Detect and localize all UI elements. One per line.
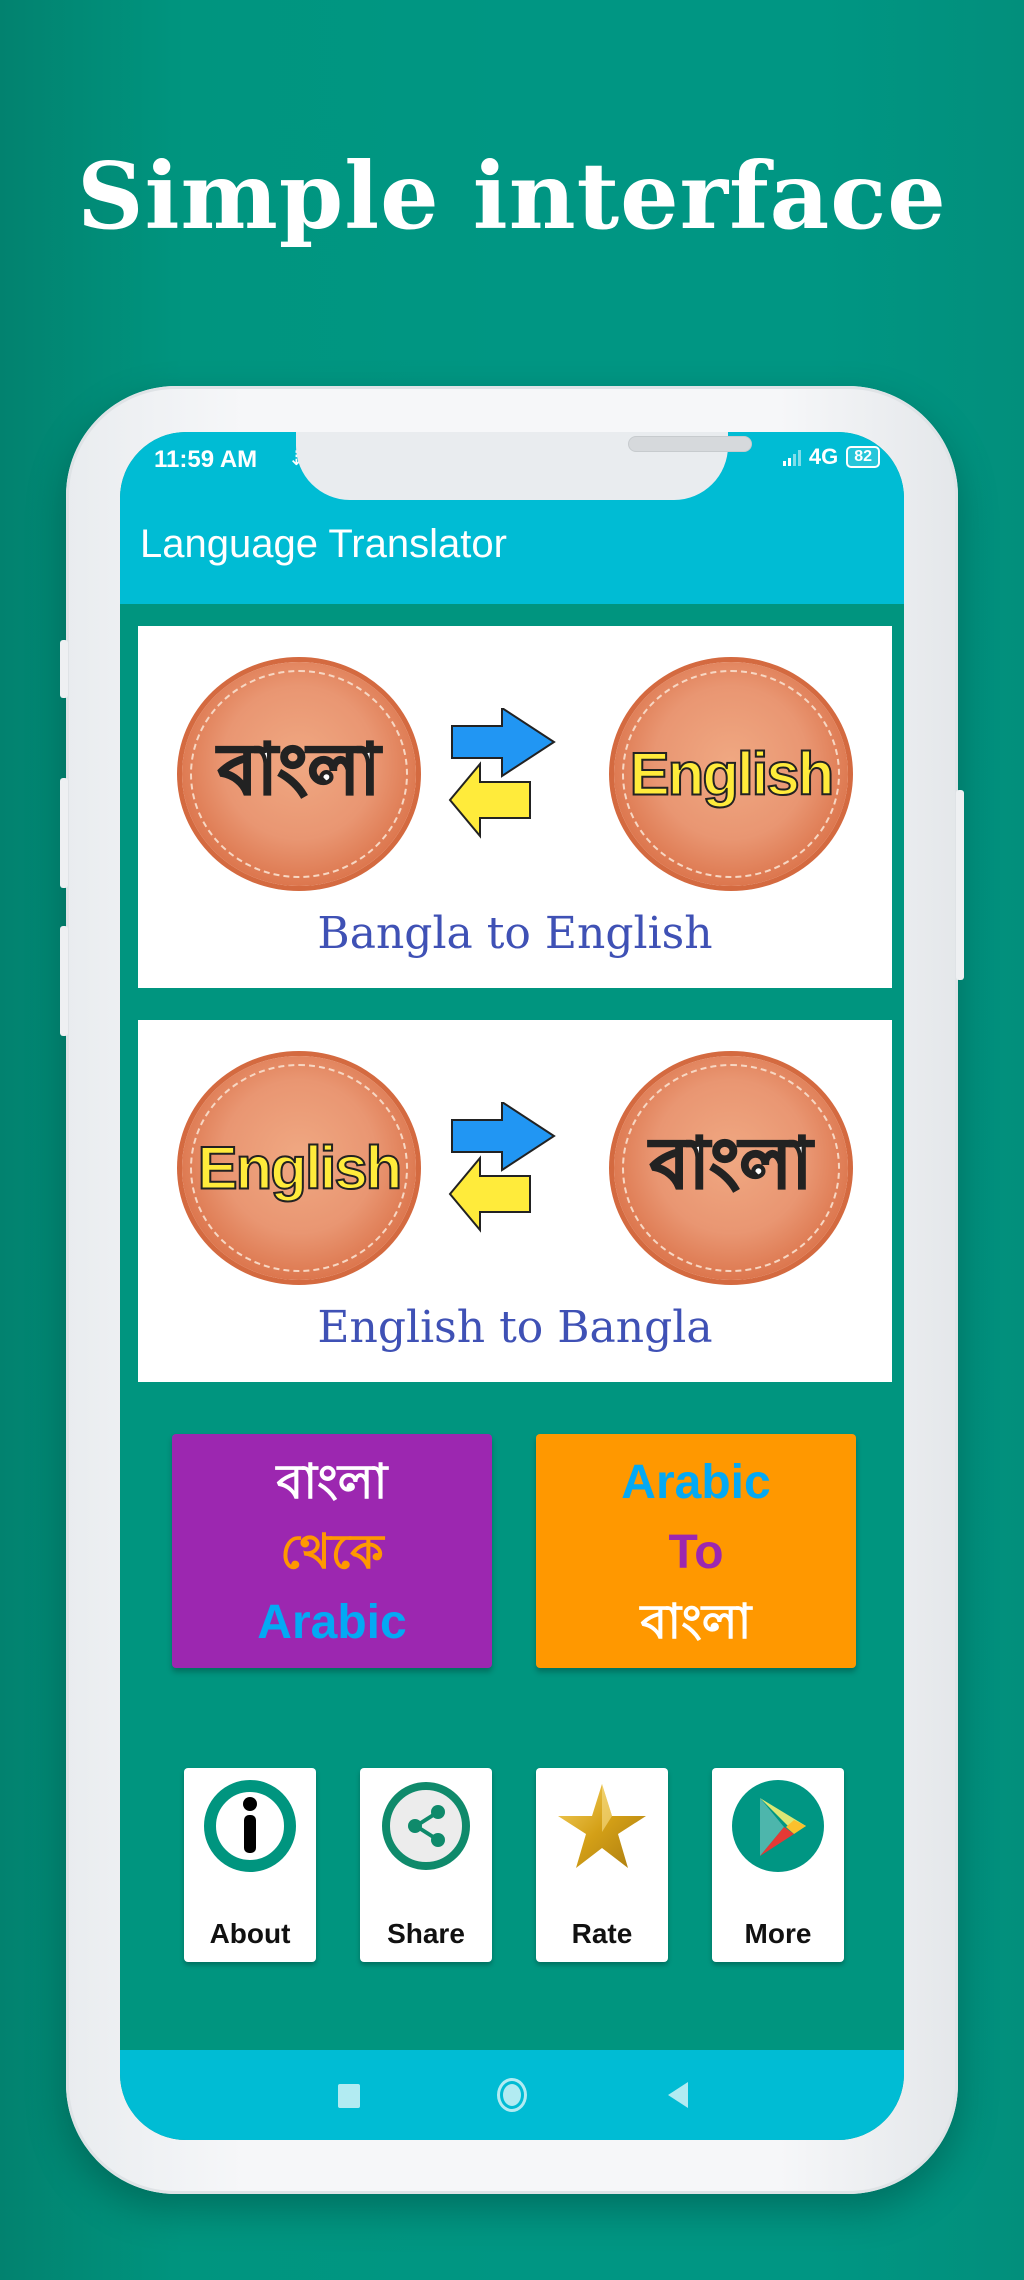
bangla-to-arabic-button[interactable]: বাংলা থেকে Arabic <box>172 1434 492 1668</box>
recents-button[interactable] <box>338 2084 360 2108</box>
action-label: Share <box>387 1918 465 1949</box>
rate-button[interactable]: Rate <box>536 1768 668 1962</box>
action-label: More <box>744 1918 812 1949</box>
action-label: About <box>209 1918 291 1949</box>
home-icon <box>503 2084 521 2106</box>
status-time: 11:59 AM <box>154 446 258 473</box>
battery-icon: 82 <box>846 446 880 468</box>
tile-line: To <box>668 1526 724 1579</box>
english-badge: English <box>182 1056 416 1280</box>
bangla-badge: বাংলা <box>614 1056 848 1280</box>
arabic-to-bangla-button[interactable]: Arabic To বাংলা <box>536 1434 856 1668</box>
play-store-icon <box>732 1780 824 1872</box>
app-title: Language Translator <box>140 522 507 566</box>
tile-line: Arabic <box>257 1596 407 1649</box>
bangla-to-english-button[interactable]: বাংলা English Bangla to English <box>138 626 892 988</box>
banner-label: English to Bangla <box>317 1302 713 1353</box>
english-to-bangla-button[interactable]: English বাংলা English to Bangla <box>138 1020 892 1382</box>
home-button[interactable] <box>497 2078 527 2112</box>
banner-label: Bangla to English <box>317 908 713 959</box>
network-type: 4G <box>808 444 839 469</box>
phone-side-button <box>60 778 68 888</box>
about-button[interactable]: About <box>184 1768 316 1962</box>
status-icons: 4G 82 <box>782 444 880 470</box>
phone-side-button <box>60 926 68 1036</box>
tile-line: বাংলা <box>640 1596 752 1649</box>
more-apps-button[interactable]: More <box>712 1768 844 1962</box>
tile-line: Arabic <box>621 1456 771 1509</box>
swap-arrows-icon <box>448 1102 556 1233</box>
back-button[interactable] <box>668 2082 688 2108</box>
tile-line: বাংলা <box>276 1456 388 1509</box>
badge-text: English <box>197 1134 404 1203</box>
phone-notch <box>296 432 752 500</box>
phone-side-button <box>60 640 68 698</box>
app-bar: 11:59 AM ⇣ 4G 82 Language Translator <box>120 432 904 604</box>
swap-arrows-icon <box>448 708 556 839</box>
english-badge: English <box>614 662 848 886</box>
badge-text: বাংলা <box>649 1124 813 1204</box>
system-nav-bar <box>120 2050 904 2140</box>
phone-side-button <box>956 790 964 980</box>
share-icon <box>382 1782 470 1870</box>
info-icon <box>204 1780 296 1872</box>
badge-text: বাংলা <box>217 730 381 810</box>
phone-screen: 11:59 AM ⇣ 4G 82 Language Translator বাং… <box>120 432 904 2140</box>
headline: Simple interface <box>77 142 947 250</box>
bangla-badge: বাংলা <box>182 662 416 886</box>
action-label: Rate <box>571 1918 633 1949</box>
share-button[interactable]: Share <box>360 1768 492 1962</box>
signal-icon <box>782 448 801 466</box>
earpiece-speaker <box>628 436 752 452</box>
tile-line: থেকে <box>280 1526 384 1579</box>
badge-text: English <box>629 740 836 809</box>
star-icon <box>558 1784 646 1868</box>
